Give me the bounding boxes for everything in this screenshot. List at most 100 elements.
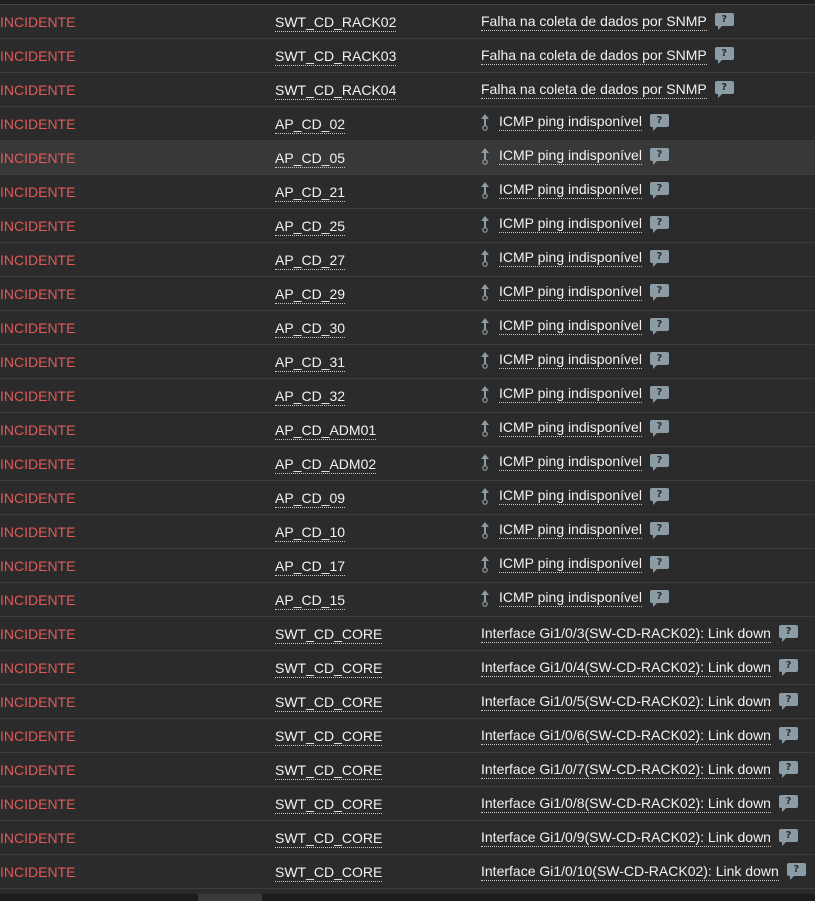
help-comment-icon[interactable]: ? [778,625,798,642]
help-comment-icon[interactable]: ? [778,761,798,778]
dependency-arrow-icon[interactable] [481,385,491,403]
problem-link[interactable]: Interface Gi1/0/7(SW-CD-RACK02): Link do… [481,761,771,779]
table-row: INCIDENTE AP_CD_17 ICMP ping indisponível? [0,548,815,583]
dependency-arrow-icon[interactable] [481,419,491,437]
problem-link[interactable]: ICMP ping indisponível [499,147,642,165]
problem-link[interactable]: Falha na coleta de dados por SNMP [481,47,707,65]
dependency-arrow-icon[interactable] [481,147,491,165]
problem-link[interactable]: Interface Gi1/0/5(SW-CD-RACK02): Link do… [481,693,771,711]
host-link[interactable]: SWT_CD_CORE [275,761,383,780]
host-link[interactable]: AP_CD_27 [275,251,346,270]
help-comment-icon[interactable]: ? [649,249,669,267]
host-link[interactable]: AP_CD_21 [275,183,346,202]
host-link[interactable]: AP_CD_ADM01 [275,421,377,440]
help-comment-icon[interactable]: ? [649,113,669,131]
problem-link[interactable]: ICMP ping indisponível [499,453,642,471]
problem-link[interactable]: ICMP ping indisponível [499,249,642,267]
problem-link[interactable]: Interface Gi1/0/6(SW-CD-RACK02): Link do… [481,727,771,745]
problem-link[interactable]: ICMP ping indisponível [499,385,642,403]
help-comment-icon[interactable]: ? [714,13,734,30]
help-comment-icon[interactable]: ? [649,419,669,437]
problem-link[interactable]: ICMP ping indisponível [499,487,642,505]
host-link[interactable]: SWT_CD_CORE [275,795,383,814]
problem-link[interactable]: Interface Gi1/0/9(SW-CD-RACK02): Link do… [481,829,771,847]
help-comment-icon[interactable]: ? [786,863,806,880]
host-link[interactable]: SWT_CD_CORE [275,829,383,848]
help-comment-icon[interactable]: ? [649,317,669,335]
problem-link[interactable]: Falha na coleta de dados por SNMP [481,13,707,31]
help-comment-icon[interactable]: ? [649,555,669,573]
host-link[interactable]: SWT_CD_RACK02 [275,13,397,32]
host-link[interactable]: AP_CD_25 [275,217,346,236]
problem-link[interactable]: Interface Gi1/0/10(SW-CD-RACK02): Link d… [481,863,779,881]
problem-link[interactable]: ICMP ping indisponível [499,555,642,573]
host-link[interactable]: AP_CD_31 [275,353,346,372]
host-link[interactable]: AP_CD_ADM02 [275,455,377,474]
host-link[interactable]: AP_CD_29 [275,285,346,304]
problem-link[interactable]: ICMP ping indisponível [499,521,642,539]
problem-link[interactable]: ICMP ping indisponível [499,317,642,335]
dependency-arrow-icon[interactable] [481,283,491,301]
table-row: INCIDENTE AP_CD_21 ICMP ping indisponível? [0,174,815,209]
host-link[interactable]: AP_CD_02 [275,115,346,134]
problem-link[interactable]: ICMP ping indisponível [499,283,642,301]
host-link[interactable]: SWT_CD_CORE [275,625,383,644]
host-link[interactable]: AP_CD_09 [275,489,346,508]
host-link[interactable]: SWT_CD_RACK03 [275,47,397,66]
help-comment-icon[interactable]: ? [649,283,669,301]
help-comment-icon[interactable]: ? [649,351,669,369]
help-comment-icon[interactable]: ? [649,147,669,165]
problem-link[interactable]: ICMP ping indisponível [499,113,642,131]
dependency-arrow-icon[interactable] [481,555,491,573]
problem-link[interactable]: ICMP ping indisponível [499,589,642,607]
help-comment-icon[interactable]: ? [714,81,734,98]
dependency-arrow-icon[interactable] [481,181,491,199]
help-comment-icon[interactable]: ? [649,453,669,471]
problem-link[interactable]: Interface Gi1/0/8(SW-CD-RACK02): Link do… [481,795,771,813]
host-link[interactable]: AP_CD_15 [275,591,346,610]
problem-link[interactable]: ICMP ping indisponível [499,215,642,233]
dependency-arrow-icon[interactable] [481,351,491,369]
host-link[interactable]: SWT_CD_CORE [275,863,383,882]
help-comment-icon[interactable]: ? [778,693,798,710]
problem-link[interactable]: Falha na coleta de dados por SNMP [481,81,707,99]
host-link[interactable]: AP_CD_32 [275,387,346,406]
host-link[interactable]: SWT_CD_CORE [275,693,383,712]
help-comment-icon[interactable]: ? [649,385,669,403]
help-comment-icon[interactable]: ? [778,659,798,676]
horizontal-scrollbar[interactable] [0,894,815,901]
help-comment-icon[interactable]: ? [778,829,798,846]
help-comment-icon[interactable]: ? [649,181,669,199]
dependency-arrow-icon[interactable] [481,249,491,267]
host-cell: SWT_CD_RACK03 [275,38,481,73]
problem-link[interactable]: ICMP ping indisponível [499,351,642,369]
dependency-arrow-icon[interactable] [481,589,491,607]
dependency-arrow-icon[interactable] [481,453,491,471]
host-link[interactable]: SWT_CD_CORE [275,727,383,746]
help-comment-icon[interactable]: ? [649,589,669,607]
help-comment-icon[interactable]: ? [649,215,669,233]
table-row: INCIDENTE AP_CD_05 ICMP ping indisponível? [0,140,815,175]
host-link[interactable]: SWT_CD_CORE [275,659,383,678]
help-comment-icon[interactable]: ? [778,727,798,744]
dependency-arrow-icon[interactable] [481,215,491,233]
dependency-arrow-icon[interactable] [481,113,491,131]
dependency-arrow-icon[interactable] [481,317,491,335]
help-comment-icon[interactable]: ? [778,795,798,812]
host-link[interactable]: SWT_CD_RACK04 [275,81,397,100]
host-link[interactable]: AP_CD_17 [275,557,346,576]
problem-link[interactable]: Interface Gi1/0/3(SW-CD-RACK02): Link do… [481,625,771,643]
help-comment-icon[interactable]: ? [649,521,669,539]
problem-link[interactable]: Interface Gi1/0/4(SW-CD-RACK02): Link do… [481,659,771,677]
host-link[interactable]: AP_CD_10 [275,523,346,542]
help-comment-icon[interactable]: ? [649,487,669,505]
host-link[interactable]: AP_CD_30 [275,319,346,338]
scrollbar-thumb[interactable] [198,894,262,901]
problem-link[interactable]: ICMP ping indisponível [499,419,642,437]
dependency-arrow-icon[interactable] [481,487,491,505]
table-row: INCIDENTE SWT_CD_CORE Interface Gi1/0/6(SW… [0,718,815,753]
problem-link[interactable]: ICMP ping indisponível [499,181,642,199]
dependency-arrow-icon[interactable] [481,521,491,539]
host-link[interactable]: AP_CD_05 [275,149,346,168]
help-comment-icon[interactable]: ? [714,47,734,64]
